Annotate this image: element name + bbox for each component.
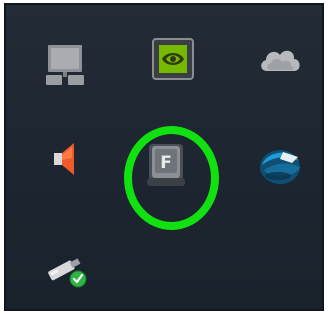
nvidia-icon[interactable] — [143, 29, 203, 89]
cloud-icon[interactable] — [250, 29, 310, 89]
volume-icon[interactable] — [35, 129, 95, 189]
notification-tray-overflow: F — [4, 3, 324, 311]
globe-icon[interactable] — [250, 135, 310, 195]
keyboard-icon[interactable]: F — [136, 135, 196, 195]
network-icon[interactable] — [35, 35, 95, 95]
usb-icon[interactable] — [38, 241, 98, 301]
keyboard-key-letter: F — [160, 153, 172, 173]
